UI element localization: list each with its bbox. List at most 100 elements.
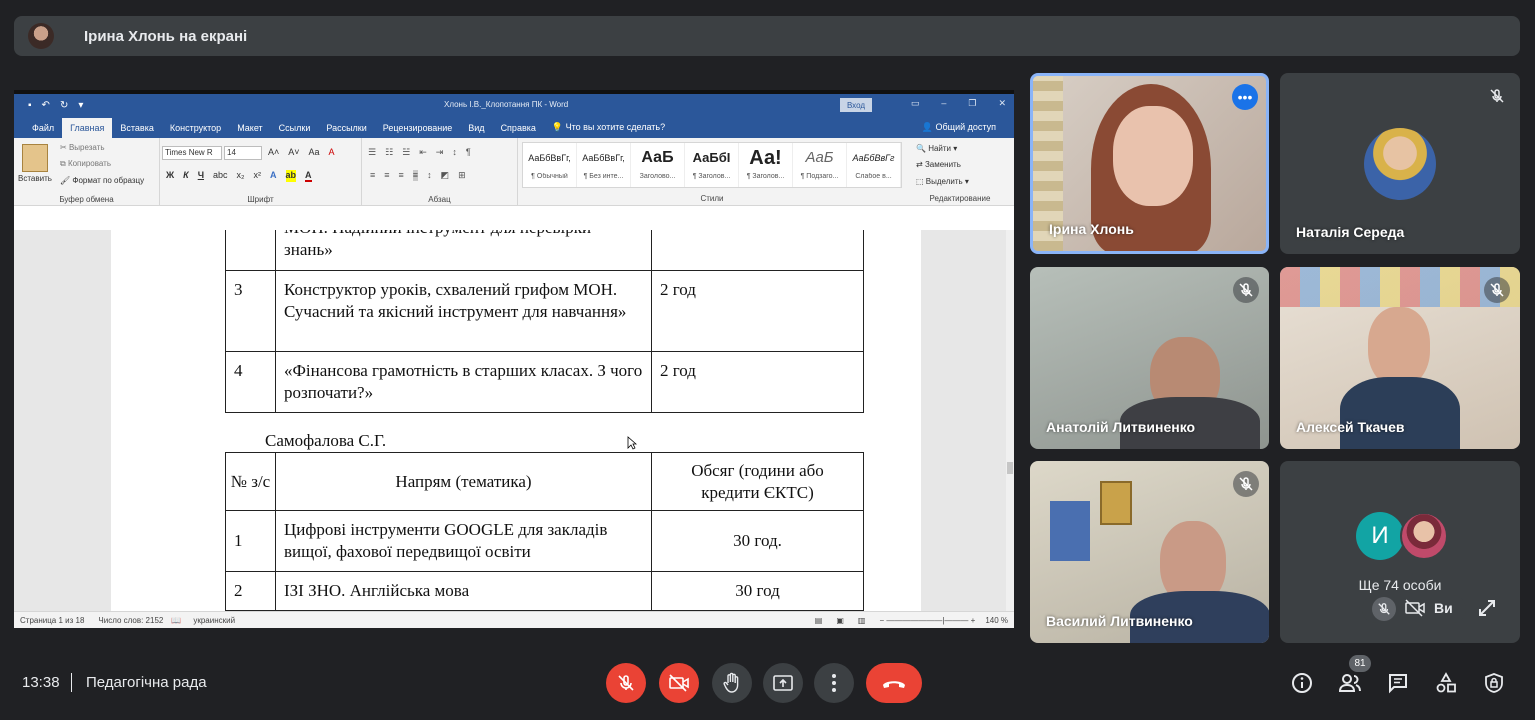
style-item[interactable]: АаБ Заголово...	[631, 143, 685, 187]
shrink-font-icon[interactable]: A˅	[288, 147, 299, 157]
font-name-select[interactable]: Times New R	[162, 146, 222, 160]
web-layout-icon[interactable]: ▥	[858, 616, 866, 625]
meeting-info-button[interactable]	[1289, 670, 1315, 696]
style-item[interactable]: АаБ ¶ Подзаго...	[793, 143, 847, 187]
chat-button[interactable]	[1385, 670, 1411, 696]
copy-button[interactable]: ⧉ Копировать	[60, 159, 111, 169]
align-right-icon[interactable]: ≡	[399, 170, 404, 181]
align-left-icon[interactable]: ≡	[370, 170, 375, 181]
participant-tile[interactable]: Василий Литвиненко	[1030, 461, 1269, 643]
tab-review[interactable]: Рецензирование	[375, 123, 461, 138]
italic-icon[interactable]: К	[183, 170, 189, 182]
style-item[interactable]: Аа! ¶ Заголов...	[739, 143, 793, 187]
tab-help[interactable]: Справка	[493, 123, 544, 138]
style-item[interactable]: АаБбВвГг, ¶ Обычный	[523, 143, 577, 187]
cut-button[interactable]: ✂ Вырезать	[60, 143, 105, 152]
strikethrough-icon[interactable]: abc	[213, 170, 228, 182]
raise-hand-button[interactable]	[712, 663, 752, 703]
justify-icon[interactable]: ≡	[412, 170, 419, 181]
zoom-slider[interactable]: − ———————|——— +	[879, 616, 975, 625]
participant-tile[interactable]: Наталія Середа	[1280, 73, 1520, 254]
scrollbar-thumb[interactable]	[1007, 462, 1013, 474]
format-painter-button[interactable]: 🖌 Формат по образцу	[60, 176, 144, 185]
login-button[interactable]: Вход	[840, 98, 872, 112]
activities-button[interactable]	[1433, 670, 1459, 696]
font-size-select[interactable]: 14	[224, 146, 262, 160]
share-button[interactable]: 👤 Общий доступ	[922, 122, 996, 133]
more-options-icon[interactable]: •••	[1232, 84, 1258, 110]
tab-layout[interactable]: Макет	[229, 123, 270, 138]
undo-icon[interactable]: ↶	[42, 100, 50, 111]
tab-view[interactable]: Вид	[460, 123, 492, 138]
host-controls-button[interactable]	[1481, 670, 1507, 696]
leave-call-button[interactable]	[866, 663, 922, 703]
more-options-button[interactable]	[814, 663, 854, 703]
increase-indent-icon[interactable]: ⇥	[436, 147, 444, 158]
close-icon[interactable]: ✕	[998, 98, 1006, 109]
select-button[interactable]: ⬚ Выделить ▾	[916, 177, 969, 186]
camera-toggle-button[interactable]	[659, 663, 699, 703]
decrease-indent-icon[interactable]: ⇤	[419, 147, 427, 158]
lightbulb-icon: 💡	[551, 122, 564, 132]
numbering-icon[interactable]: ☷	[385, 147, 393, 158]
present-screen-button[interactable]	[763, 663, 803, 703]
style-item[interactable]: АаБбВвГг Слабое в...	[847, 143, 901, 187]
tab-design[interactable]: Конструктор	[162, 123, 229, 138]
borders-icon[interactable]: ⊞	[458, 170, 466, 181]
shading-icon[interactable]: ◩	[441, 170, 450, 181]
mic-toggle-button[interactable]	[606, 663, 646, 703]
expand-icon[interactable]	[1476, 597, 1498, 624]
participant-tile[interactable]: Алексей Ткачев	[1280, 267, 1520, 449]
print-layout-icon[interactable]: ▣	[836, 616, 844, 625]
zoom-level[interactable]: 140 %	[985, 616, 1008, 625]
proofing-icon[interactable]: 📖	[171, 616, 181, 625]
restore-icon[interactable]: ❐	[968, 98, 976, 109]
tab-home[interactable]: Главная	[62, 118, 113, 138]
grow-font-icon[interactable]: A˄	[268, 147, 279, 157]
self-mic-off-icon[interactable]	[1372, 597, 1396, 621]
tell-me-search[interactable]: 💡 Что вы хотите сделать?	[544, 122, 673, 138]
others-tile[interactable]: И Ще 74 особи Ви	[1280, 461, 1520, 643]
clear-format-icon[interactable]: A	[329, 147, 335, 157]
line-spacing-icon[interactable]: ↕	[427, 170, 432, 181]
text-effects-icon[interactable]: A	[270, 170, 277, 182]
tab-file[interactable]: Файл	[24, 123, 62, 138]
align-center-icon[interactable]: ≡	[384, 170, 389, 181]
sort-icon[interactable]: ↕	[452, 147, 457, 158]
pilcrow-icon[interactable]: ¶	[466, 147, 471, 158]
underline-icon[interactable]: Ч	[198, 170, 204, 182]
find-button[interactable]: 🔍 Найти ▾	[916, 144, 957, 153]
quick-access-menu-icon[interactable]: ▾	[78, 100, 83, 111]
read-mode-icon[interactable]: ▤	[815, 616, 823, 625]
paste-icon[interactable]	[22, 144, 48, 172]
self-camera-off-icon[interactable]	[1404, 599, 1426, 622]
paste-button[interactable]: Вставить	[18, 174, 52, 183]
courses-table-1: МОН. Надійний інструмент для перевірки з…	[225, 230, 864, 413]
highlight-icon[interactable]: ab	[285, 170, 297, 182]
document-page[interactable]: МОН. Надійний інструмент для перевірки з…	[111, 230, 921, 615]
vertical-scrollbar[interactable]	[1006, 230, 1014, 615]
style-item[interactable]: АаБбI ¶ Заголов...	[685, 143, 739, 187]
multilevel-icon[interactable]: ☱	[402, 147, 410, 158]
ribbon-display-icon[interactable]: ▭	[911, 98, 920, 109]
change-case-icon[interactable]: Aa	[309, 147, 320, 157]
tab-insert[interactable]: Вставка	[112, 123, 161, 138]
language[interactable]: украинский	[193, 616, 235, 625]
subscript-icon[interactable]: x₂	[237, 170, 245, 182]
participant-tile[interactable]: Анатолій Литвиненко	[1030, 267, 1269, 449]
save-icon[interactable]: ▪	[28, 100, 32, 111]
tab-references[interactable]: Ссылки	[271, 123, 319, 138]
redo-icon[interactable]: ↻	[60, 100, 68, 111]
word-count[interactable]: Число слов: 2152	[98, 616, 163, 625]
bold-icon[interactable]: Ж	[166, 170, 174, 182]
bullets-icon[interactable]: ☰	[368, 147, 376, 158]
superscript-icon[interactable]: x²	[254, 170, 262, 182]
replace-button[interactable]: ⇄ Заменить	[916, 160, 961, 169]
participant-tile[interactable]: ••• Ірина Хлонь	[1030, 73, 1269, 254]
font-color-icon[interactable]: A	[305, 170, 312, 182]
people-button[interactable]	[1337, 670, 1363, 696]
tab-mailings[interactable]: Рассылки	[318, 123, 374, 138]
page-count[interactable]: Страница 1 из 18	[20, 616, 84, 625]
minimize-icon[interactable]: –	[941, 98, 946, 109]
style-item[interactable]: АаБбВвГг, ¶ Без инте...	[577, 143, 631, 187]
